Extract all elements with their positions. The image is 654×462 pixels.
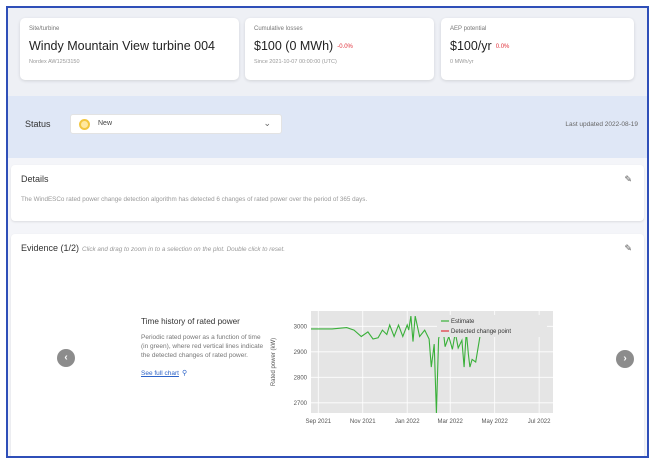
legend-change-point-label: Detected change point	[451, 329, 511, 335]
last-updated: Last updated 2022-08-19	[565, 121, 638, 128]
evidence-title: Evidence (1/2)	[21, 243, 80, 253]
y-tick-label: 3000	[294, 324, 308, 330]
aep-sub: 0 MWh/yr	[450, 59, 474, 65]
chevron-left-icon[interactable]: ‹	[57, 349, 75, 367]
details-panel: Details ✎ The WindESCo rated power chang…	[11, 165, 644, 221]
y-tick-label: 2900	[294, 350, 308, 356]
see-full-chart-link[interactable]: See full chart	[141, 370, 179, 377]
summary-strip: Site/turbine Windy Mountain View turbine…	[8, 8, 647, 96]
legend-estimate-label: Estimate	[451, 319, 475, 325]
zoom-icon[interactable]: ⚲	[182, 370, 187, 377]
plot-description: Time history of rated power Periodic rat…	[141, 317, 266, 380]
y-axis-label: Rated power (kW)	[271, 338, 277, 386]
details-text: The WindESCo rated power change detectio…	[21, 196, 368, 203]
details-title: Details	[21, 174, 49, 184]
chart-legend: Estimate Detected change point	[437, 315, 547, 337]
status-select[interactable]: New ⌄	[70, 114, 282, 134]
losses-change: -0.0%	[337, 43, 353, 50]
x-tick-label: May 2022	[482, 419, 509, 425]
aep-card: AEP potential $100/yr 0.0% 0 MWh/yr	[441, 18, 634, 80]
losses-card: Cumulative losses $100 (0 MWh) -0.0% Sinc…	[245, 18, 434, 80]
site-caption: Site/turbine	[29, 26, 60, 32]
evidence-header: Evidence (1/2) Click and drag to zoom in …	[21, 243, 285, 253]
y-tick-label: 2700	[294, 401, 308, 407]
losses-value-row: $100 (0 MWh) -0.0%	[254, 39, 425, 53]
chevron-right-icon[interactable]: ›	[616, 350, 634, 368]
y-tick-label: 2800	[294, 375, 308, 381]
aep-change: 0.0%	[495, 43, 510, 50]
site-name: Windy Mountain View turbine 004	[29, 39, 215, 53]
site-card: Site/turbine Windy Mountain View turbine…	[20, 18, 239, 80]
aep-value: $100/yr	[450, 39, 492, 53]
losses-value: $100 (0 MWh)	[254, 39, 334, 53]
rated-power-chart[interactable]: 2700 2800 2900 3000 Sep 2021 Nov 2021 Jan 202…	[261, 307, 561, 435]
x-tick-label: Jul 2022	[528, 419, 551, 425]
aep-value-row: $100/yr 0.0%	[450, 39, 625, 53]
losses-caption: Cumulative losses	[254, 26, 303, 32]
aep-caption: AEP potential	[450, 26, 487, 32]
plot-title: Time history of rated power	[141, 317, 240, 326]
edit-evidence-pencil-icon[interactable]: ✎	[624, 243, 632, 254]
app-frame: Site/turbine Windy Mountain View turbine…	[6, 6, 649, 458]
status-new-icon	[79, 119, 90, 130]
evidence-panel: Evidence (1/2) Click and drag to zoom in …	[11, 234, 644, 456]
x-tick-label: Nov 2021	[350, 419, 376, 425]
turbine-model: Nordex AW125/3150	[29, 59, 80, 65]
losses-since: Since 2021-10-07 00:00:00 (UTC)	[254, 59, 337, 65]
status-bar: Status New ⌄ Last updated 2022-08-19	[8, 96, 647, 158]
x-tick-label: Sep 2021	[305, 419, 331, 425]
plot-description-text: Periodic rated power as a function of ti…	[141, 334, 264, 359]
chevron-down-icon[interactable]: ⌄	[263, 118, 271, 129]
evidence-hint: Click and drag to zoom in to a selection…	[82, 246, 286, 253]
status-selected-value: New	[98, 120, 113, 127]
x-tick-label: Jan 2022	[395, 419, 420, 425]
edit-details-pencil-icon[interactable]: ✎	[624, 174, 632, 185]
status-label: Status	[25, 119, 51, 129]
x-tick-label: Mar 2022	[438, 419, 464, 425]
